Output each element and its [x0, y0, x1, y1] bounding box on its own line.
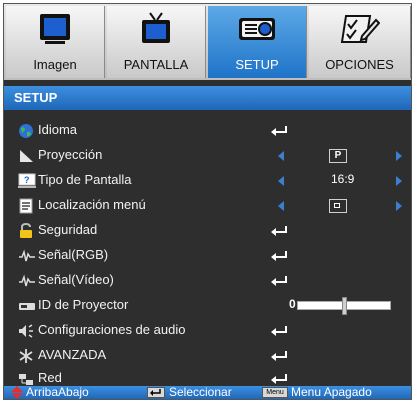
signal-icon	[18, 273, 36, 289]
menu-row-avanzada[interactable]: AVANZADA	[4, 344, 411, 368]
row-label: Idioma	[38, 122, 78, 137]
row-label: Configuraciones de audio	[38, 322, 186, 337]
screen-type-icon: ?	[18, 173, 36, 189]
row-label: Seguridad	[38, 222, 98, 237]
advanced-icon	[18, 348, 36, 364]
tv-icon	[138, 12, 174, 51]
row-label: AVANZADA	[38, 347, 107, 362]
menu-row-localizacion-menu[interactable]: Localización menú	[4, 194, 411, 218]
up-down-arrows-icon	[10, 386, 24, 399]
checklist-icon	[340, 12, 380, 51]
enter-icon	[271, 326, 287, 336]
projection-value: P	[329, 149, 347, 163]
menu-key-icon: Menu	[262, 387, 288, 398]
aspect-ratio-value: 16:9	[331, 172, 355, 186]
select-hint-label: Seleccionar	[169, 385, 232, 399]
monitor-icon	[37, 12, 73, 51]
enter-icon	[271, 374, 287, 384]
arrow-left-icon[interactable]	[278, 176, 284, 186]
menu-location-value	[329, 199, 347, 213]
row-label: Proyección	[38, 147, 103, 162]
center-position-icon	[334, 203, 340, 208]
projector-icon	[237, 12, 277, 51]
projector-id-value: 0	[289, 297, 296, 311]
tab-opciones[interactable]: OPCIONES	[309, 6, 411, 78]
row-label: Señal(RGB)	[38, 247, 109, 262]
slider-thumb[interactable]	[341, 297, 347, 315]
menu-hint-label: Menu Apagado	[291, 385, 372, 399]
menu-row-proyeccion[interactable]: Proyección P	[4, 144, 411, 168]
id-icon	[18, 298, 36, 314]
tab-imagen[interactable]: Imagen	[6, 6, 105, 78]
osd-menu: Imagen PANTALLA SETUP OPCIONES SETUP Idi…	[3, 3, 412, 400]
enter-icon	[271, 226, 287, 236]
tab-pantalla[interactable]: PANTALLA	[107, 6, 206, 78]
row-label: Localización menú	[38, 197, 146, 212]
menu-location-icon	[18, 198, 36, 214]
tab-label: PANTALLA	[123, 57, 189, 72]
tab-setup[interactable]: SETUP	[208, 6, 307, 78]
row-label: Señal(Vídeo)	[38, 272, 114, 287]
enter-icon	[271, 276, 287, 286]
arrow-right-icon[interactable]	[396, 176, 402, 186]
arrow-left-icon[interactable]	[278, 151, 284, 161]
row-label: ID de Proyector	[38, 297, 129, 312]
arrow-right-icon[interactable]	[396, 201, 402, 211]
menu-row-seguridad[interactable]: Seguridad	[4, 219, 411, 243]
footer-hints: ArribaAbajo Seleccionar Menu Menu Apagad…	[4, 386, 411, 399]
arrow-left-icon[interactable]	[278, 201, 284, 211]
globe-icon	[18, 123, 36, 139]
tab-bar: Imagen PANTALLA SETUP OPCIONES	[4, 4, 411, 80]
enter-icon	[271, 251, 287, 261]
nav-hint-label: ArribaAbajo	[26, 385, 89, 399]
tab-label: SETUP	[235, 57, 279, 72]
menu-row-tipo-de-pantalla[interactable]: ? Tipo de Pantalla 16:9	[4, 169, 411, 193]
menu-row-idioma[interactable]: Idioma	[4, 119, 411, 143]
signal-icon	[18, 248, 36, 264]
menu-row-senal-rgb[interactable]: Señal(RGB)	[4, 244, 411, 268]
enter-key-icon	[147, 387, 165, 398]
row-label: Red	[38, 370, 62, 385]
arrow-right-icon[interactable]	[396, 151, 402, 161]
speaker-icon	[18, 323, 36, 339]
enter-icon	[271, 126, 287, 136]
lock-icon	[18, 222, 36, 239]
tab-label: OPCIONES	[325, 57, 394, 72]
tab-label: Imagen	[33, 57, 77, 72]
projection-icon	[18, 148, 36, 164]
menu-row-configuraciones-de-audio[interactable]: Configuraciones de audio	[4, 319, 411, 343]
menu-row-senal-video[interactable]: Señal(Vídeo)	[4, 269, 411, 293]
section-title: SETUP	[4, 86, 411, 110]
menu-row-id-de-proyector[interactable]: ID de Proyector 0	[4, 294, 411, 318]
row-label: Tipo de Pantalla	[38, 172, 132, 187]
enter-icon	[271, 351, 287, 361]
svg-text:?: ?	[24, 175, 30, 185]
